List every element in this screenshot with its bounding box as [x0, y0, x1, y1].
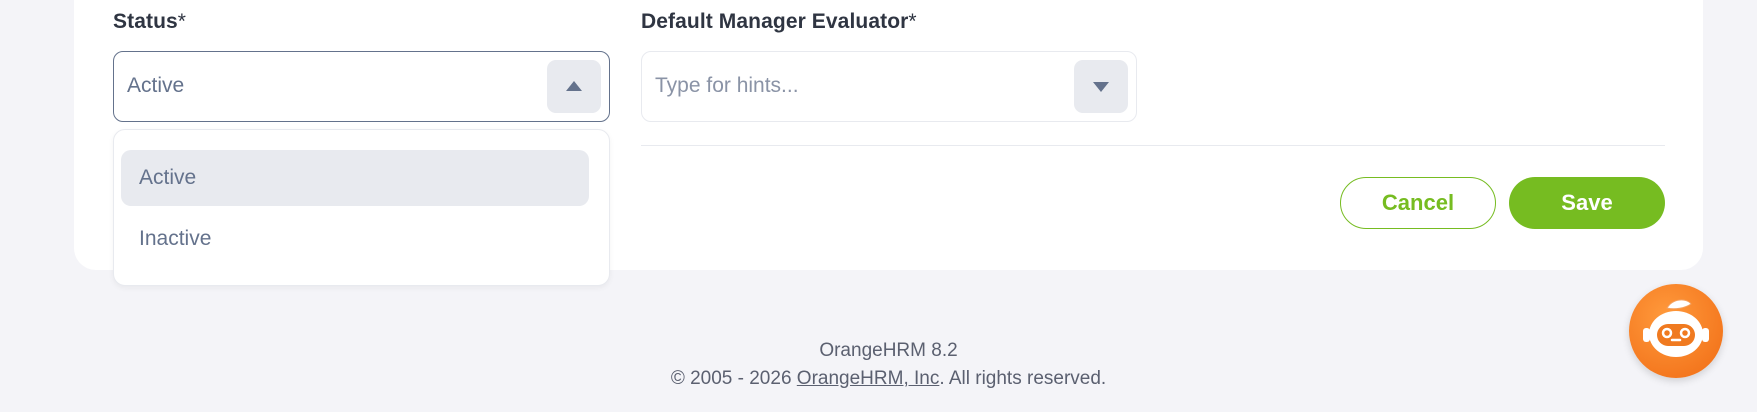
manager-evaluator-placeholder: Type for hints... [655, 74, 799, 97]
company-link[interactable]: OrangeHRM, Inc [797, 368, 940, 389]
status-dropdown-toggle[interactable] [547, 60, 601, 113]
manager-evaluator-label-text: Default Manager Evaluator [641, 10, 909, 33]
status-option-inactive[interactable]: Inactive [121, 211, 589, 267]
caret-down-icon [1093, 82, 1109, 92]
status-select[interactable]: Active [113, 51, 610, 122]
form-divider [641, 145, 1665, 146]
page: Status* Active Default Manager Evaluator… [0, 0, 1757, 412]
caret-up-icon [566, 81, 582, 91]
copyright-suffix: . All rights reserved. [939, 368, 1107, 389]
save-button[interactable]: Save [1509, 177, 1665, 229]
required-mark: * [908, 10, 917, 33]
manager-evaluator-label: Default Manager Evaluator* [641, 10, 917, 34]
status-option-active[interactable]: Active [121, 150, 589, 206]
chatbot-button[interactable] [1629, 284, 1723, 378]
footer-copyright: © 2005 - 2026 OrangeHRM, Inc. All rights… [0, 368, 1757, 390]
robot-assistant-icon [1643, 299, 1709, 357]
copyright-prefix: © 2005 - 2026 [670, 368, 797, 389]
footer-version: OrangeHRM 8.2 [819, 340, 958, 361]
status-label-text: Status [113, 10, 178, 33]
manager-evaluator-dropdown-toggle[interactable] [1074, 60, 1128, 113]
status-select-value: Active [127, 74, 185, 97]
cancel-button[interactable]: Cancel [1340, 177, 1496, 229]
status-label: Status* [113, 10, 186, 34]
manager-evaluator-input[interactable]: Type for hints... [641, 51, 1137, 122]
required-mark: * [177, 10, 187, 33]
status-dropdown-menu: Active Inactive [113, 129, 610, 286]
